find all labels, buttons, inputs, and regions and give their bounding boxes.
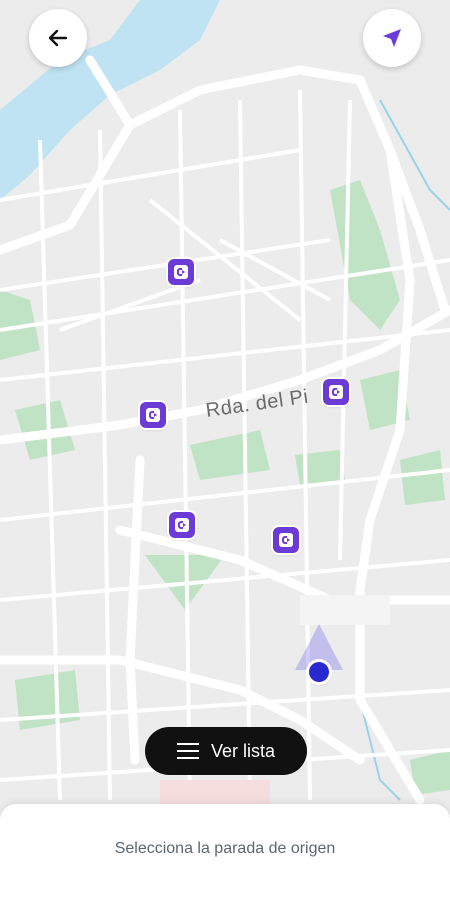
stop-marker-5[interactable] — [273, 527, 299, 553]
bus-stop-icon — [329, 385, 343, 399]
stop-marker-2[interactable] — [323, 379, 349, 405]
bottom-sheet: Selecciona la parada de origen — [0, 804, 450, 900]
view-list-button[interactable]: Ver lista — [145, 727, 307, 775]
arrow-left-icon — [48, 29, 68, 47]
user-location-dot — [309, 662, 329, 682]
stop-marker-1[interactable] — [168, 259, 194, 285]
stop-marker-4[interactable] — [169, 512, 195, 538]
bus-stop-icon — [146, 408, 160, 422]
origin-stop-prompt: Selecciona la parada de origen — [114, 840, 336, 857]
stop-marker-3[interactable] — [140, 402, 166, 428]
my-location-button[interactable] — [363, 9, 421, 67]
bus-stop-icon — [175, 518, 189, 532]
back-button[interactable] — [29, 9, 87, 67]
bus-stop-icon — [279, 533, 293, 547]
list-icon — [176, 743, 199, 759]
navigation-arrow-icon — [383, 29, 401, 47]
view-list-label: Ver lista — [210, 740, 276, 761]
bus-stop-icon — [174, 265, 188, 279]
